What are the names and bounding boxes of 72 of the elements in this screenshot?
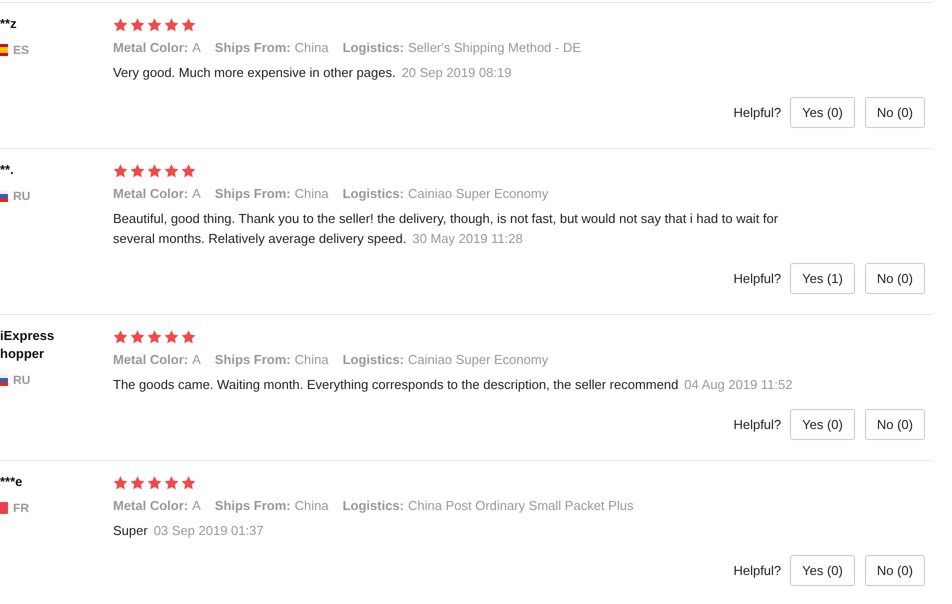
- star-icon: [113, 18, 128, 32]
- review-text: Super 03 Sep 2019 01:37: [113, 522, 264, 540]
- star-icon: [181, 164, 196, 178]
- star-icon: [130, 18, 145, 32]
- attribute-label: Ships From:: [214, 186, 291, 201]
- star-icon: [147, 330, 162, 344]
- yes-button[interactable]: Yes (1): [790, 263, 855, 294]
- reviewer-name: **z: [0, 15, 18, 33]
- yes-button[interactable]: Yes (0): [790, 409, 855, 440]
- helpful-label: Helpful?: [733, 563, 782, 578]
- attribute-value: A: [192, 352, 201, 367]
- star-icon: [147, 18, 162, 32]
- attribute-value: A: [192, 186, 201, 201]
- helpful-label: Helpful?: [733, 105, 782, 120]
- attribute-label: Ships From:: [214, 498, 291, 513]
- no-button[interactable]: No (0): [864, 555, 925, 586]
- reviewer-name: **.: [0, 161, 15, 179]
- star-icon: [164, 476, 179, 490]
- no-button[interactable]: No (0): [864, 409, 925, 440]
- no-button[interactable]: No (0): [864, 97, 925, 128]
- star-icon: [181, 18, 196, 32]
- attribute-label: Logistics:: [342, 186, 404, 201]
- helpful-label: Helpful?: [733, 417, 782, 432]
- attribute-label: Logistics:: [342, 352, 404, 367]
- attribute-label: Ships From:: [214, 40, 291, 55]
- country-code: ES: [13, 43, 30, 57]
- attribute-value: Cainiao Super Economy: [408, 186, 548, 201]
- no-button[interactable]: No (0): [864, 263, 925, 294]
- attribute-label: Ships From:: [214, 352, 291, 367]
- attribute-label: Metal Color:: [113, 498, 188, 513]
- review-text: The goods came. Waiting month. Everything corresponds to the description, the seller recommend 04 Aug 2019 11:52: [113, 376, 792, 394]
- country-code: RU: [13, 373, 30, 387]
- flag-icon: [0, 190, 8, 202]
- attribute-label: Metal Color:: [113, 40, 188, 55]
- yes-button[interactable]: Yes (0): [790, 97, 855, 128]
- attribute-value: A: [192, 40, 201, 55]
- attribute-value: A: [192, 498, 201, 513]
- star-icon: [130, 330, 145, 344]
- review-text: Beautiful, good thing. Thank you to the seller! the delivery, though, is not fast, but would not say that i had to wait for several months. Relatively average delivery speed. 30 May 2019 11:28: [113, 210, 780, 248]
- star-icon: [164, 330, 179, 344]
- attribute-value: Cainiao Super Economy: [408, 352, 548, 367]
- flag-icon: [0, 44, 8, 56]
- star-icon: [113, 330, 128, 344]
- country-code: RU: [13, 189, 30, 203]
- attribute-label: Metal Color:: [113, 186, 188, 201]
- star-icon: [181, 330, 196, 344]
- star-icon: [113, 164, 128, 178]
- attribute-value: Seller's Shipping Method - DE: [408, 40, 582, 55]
- attribute-label: Logistics:: [342, 498, 404, 513]
- star-icon: [164, 164, 179, 178]
- star-icon: [130, 164, 145, 178]
- star-icon: [130, 476, 145, 490]
- attribute-value: China: [294, 40, 329, 55]
- flag-icon: [0, 502, 8, 514]
- yes-button[interactable]: Yes (0): [790, 555, 855, 586]
- helpful-label: Helpful?: [733, 271, 782, 286]
- attribute-value: China: [294, 352, 329, 367]
- reviewer-name: iExpress hopper: [0, 327, 56, 363]
- country-code: FR: [13, 501, 29, 515]
- reviewer-name: ***e: [0, 473, 24, 491]
- attribute-label: Logistics:: [342, 40, 404, 55]
- star-icon: [113, 476, 128, 490]
- star-icon: [181, 476, 196, 490]
- attribute-value: China Post Ordinary Small Packet Plus: [408, 498, 634, 513]
- star-icon: [164, 18, 179, 32]
- flag-icon: [0, 374, 8, 386]
- star-icon: [147, 164, 162, 178]
- attribute-value: China: [294, 186, 329, 201]
- review-text: Very good. Much more expensive in other pages. 20 Sep 2019 08:19: [113, 64, 512, 82]
- attribute-label: Metal Color:: [113, 352, 188, 367]
- attribute-value: China: [294, 498, 329, 513]
- star-icon: [147, 476, 162, 490]
